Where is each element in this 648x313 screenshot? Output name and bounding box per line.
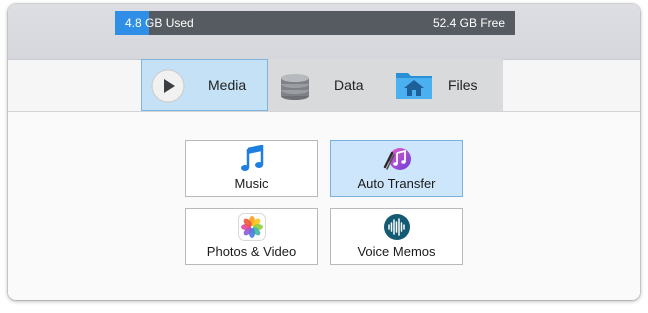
photos-flower-icon (237, 213, 266, 241)
tab-media[interactable]: Media (141, 59, 268, 111)
storage-free-label: 52.4 GB Free (432, 16, 505, 30)
tab-media-label: Media (208, 77, 247, 93)
tab-files-label: Files (448, 77, 478, 93)
storage-header: 4.8 GB Used 52.4 GB Free (8, 4, 640, 60)
voice-memos-card-label: Voice Memos (357, 244, 436, 259)
category-tabs: Media Data Files (141, 59, 503, 111)
media-options-panel: Music Auto Transfer Photos & Video Voice… (8, 112, 640, 300)
music-card[interactable]: Music (185, 140, 318, 197)
play-icon (151, 69, 185, 108)
photos-video-card[interactable]: Photos & Video (185, 208, 318, 265)
auto-transfer-card-label: Auto Transfer (357, 176, 436, 191)
tab-data-label: Data (334, 77, 364, 93)
music-note-icon (238, 144, 266, 173)
photos-video-card-label: Photos & Video (206, 244, 297, 259)
storage-bar: 4.8 GB Used 52.4 GB Free (115, 11, 515, 35)
storage-used-label: 4.8 GB Used (125, 16, 194, 30)
folder-home-icon (394, 68, 434, 107)
voice-memos-icon (383, 213, 411, 241)
database-icon (278, 69, 312, 108)
tab-data[interactable]: Data (268, 59, 386, 111)
music-card-label: Music (234, 176, 269, 191)
voice-memos-card[interactable]: Voice Memos (330, 208, 463, 265)
tab-files[interactable]: Files (386, 59, 503, 111)
auto-transfer-icon (383, 145, 411, 173)
app-window: 4.8 GB Used 52.4 GB Free Media Data File… (8, 4, 640, 300)
auto-transfer-card[interactable]: Auto Transfer (330, 140, 463, 197)
